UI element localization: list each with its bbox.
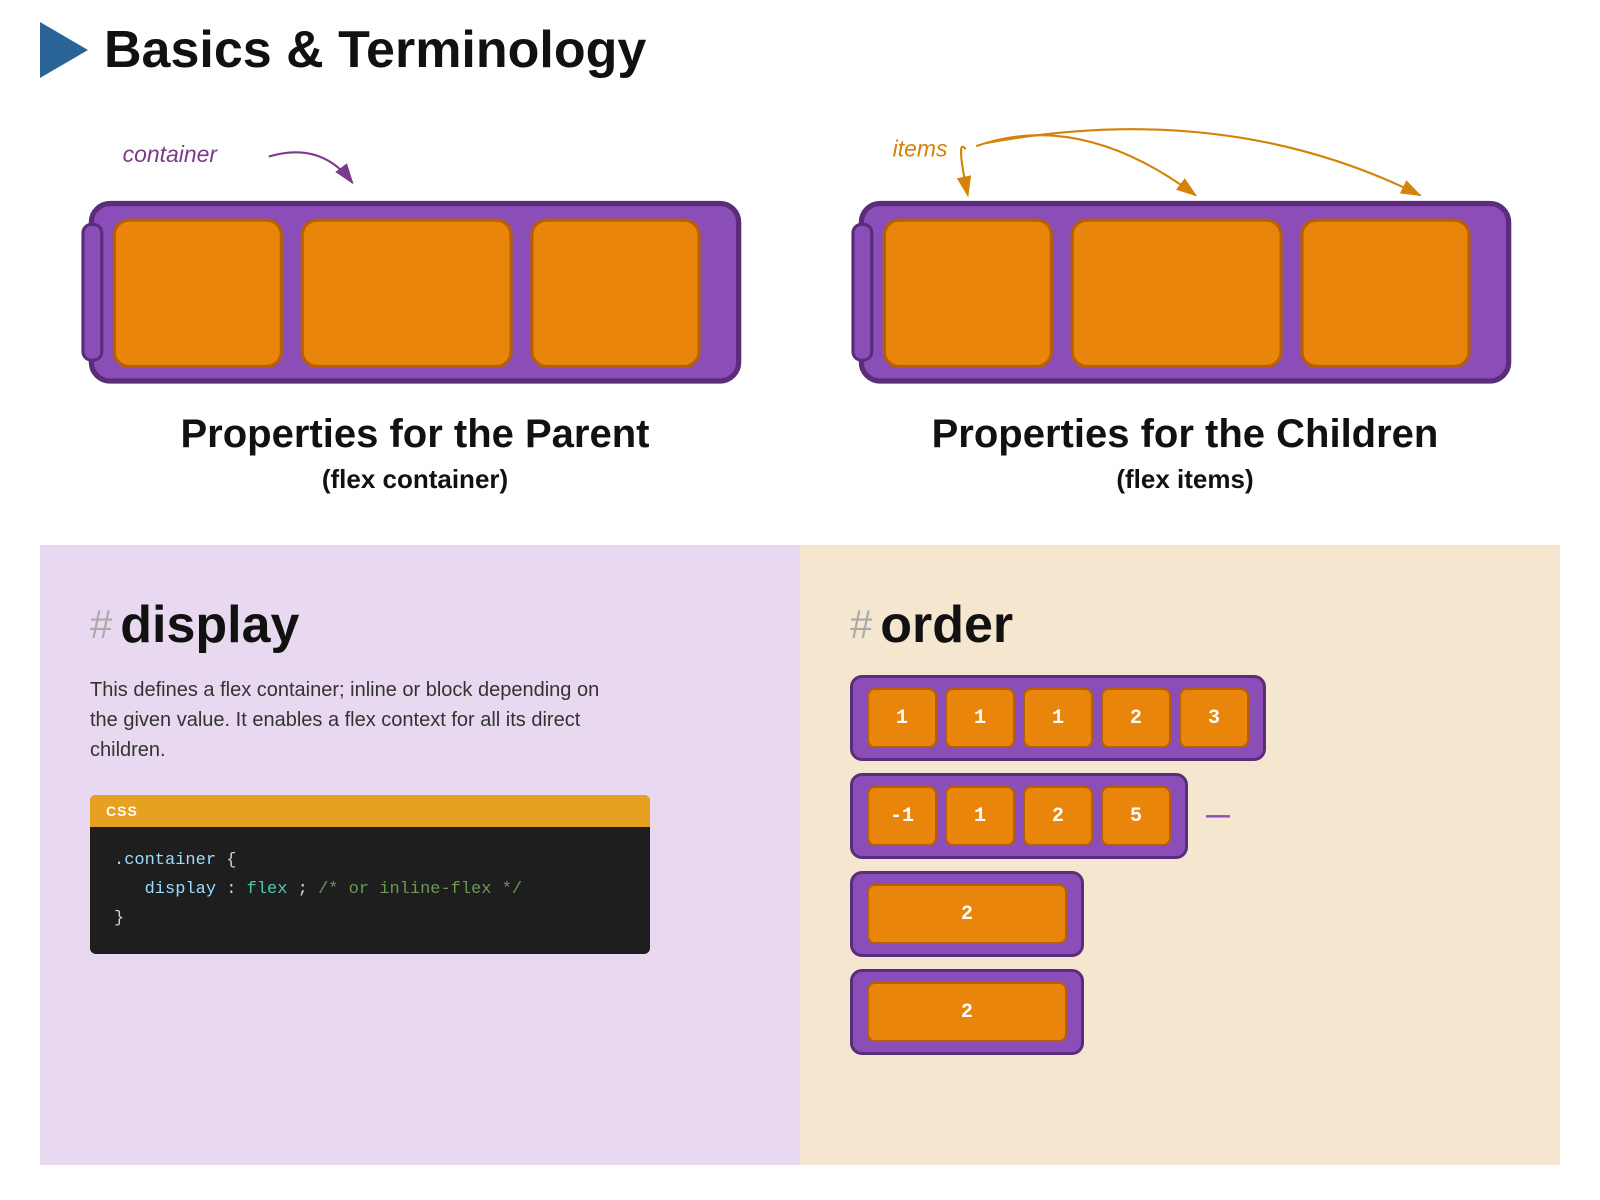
display-prop-name: display [120,595,299,655]
svg-text:items: items [893,136,948,162]
order-item: -1 [867,786,937,846]
order-container-3: 2 [850,871,1084,957]
panel-order: # order 1 1 1 2 3 -1 [800,545,1560,1165]
display-title: # display [90,595,750,655]
hash-symbol-left: # [90,603,112,648]
order-row-4: 2 [850,969,1510,1055]
code-value: flex [247,880,288,899]
code-indent [114,880,134,899]
code-brace-close: } [114,909,124,928]
order-row-2: -1 1 2 5 — [850,773,1510,859]
order-item: 1 [1023,688,1093,748]
code-line-1: .container { [114,847,626,876]
order-item: 5 [1101,786,1171,846]
order-item: 2 [1023,786,1093,846]
prop-children-subtitle: (flex items) [1116,464,1253,495]
panels-row: # display This defines a flex container;… [40,545,1560,1165]
prop-parent-title: Properties for the Parent [180,412,649,456]
order-title: # order [850,595,1510,655]
prop-children-title: Properties for the Children [932,412,1439,456]
display-description: This defines a flex container; inline or… [90,675,610,765]
code-semi: ; [298,880,318,899]
svg-text:container: container [123,141,219,167]
code-line-3: } [114,905,626,934]
order-item: 1 [945,688,1015,748]
order-row-3: 2 [850,871,1510,957]
order-item: 3 [1179,688,1249,748]
order-container-1: 1 1 1 2 3 [850,675,1266,761]
code-line-2: display : flex ; /* or inline-flex */ [114,876,626,905]
css-code-block: CSS .container { display : flex ; /* or … [90,795,650,954]
diagrams-row: container [40,120,1560,495]
code-colon: : [226,880,246,899]
code-property: display [145,880,216,899]
order-section: 1 1 1 2 3 -1 1 2 5 — [850,675,1510,1055]
order-dash: — [1206,802,1230,830]
prop-parent-subtitle: (flex container) [322,464,508,495]
order-item: 1 [867,688,937,748]
order-item: 2 [1101,688,1171,748]
container-diagram-svg: container [60,120,770,412]
order-prop-name: order [880,595,1013,655]
order-row-1: 1 1 1 2 3 [850,675,1510,761]
code-comment: /* or inline-flex */ [318,880,522,899]
diagram-items: items Properties for the [830,120,1540,495]
code-block-body: .container { display : flex ; /* or inli… [90,827,650,954]
order-container-2: -1 1 2 5 [850,773,1188,859]
code-brace-open: { [226,851,236,870]
play-icon [40,22,88,78]
order-item: 1 [945,786,1015,846]
hash-symbol-right: # [850,603,872,648]
code-block-header: CSS [90,795,650,827]
diagram-container: container [60,120,770,495]
order-item-wide: 2 [867,884,1067,944]
order-item-wide: 2 [867,982,1067,1042]
code-selector: .container [114,851,216,870]
order-container-4: 2 [850,969,1084,1055]
page-title: Basics & Terminology [104,20,646,80]
panel-display: # display This defines a flex container;… [40,545,800,1165]
items-diagram-svg: items [830,120,1540,412]
header: Basics & Terminology [40,20,1560,80]
page: Basics & Terminology container [0,0,1600,1185]
